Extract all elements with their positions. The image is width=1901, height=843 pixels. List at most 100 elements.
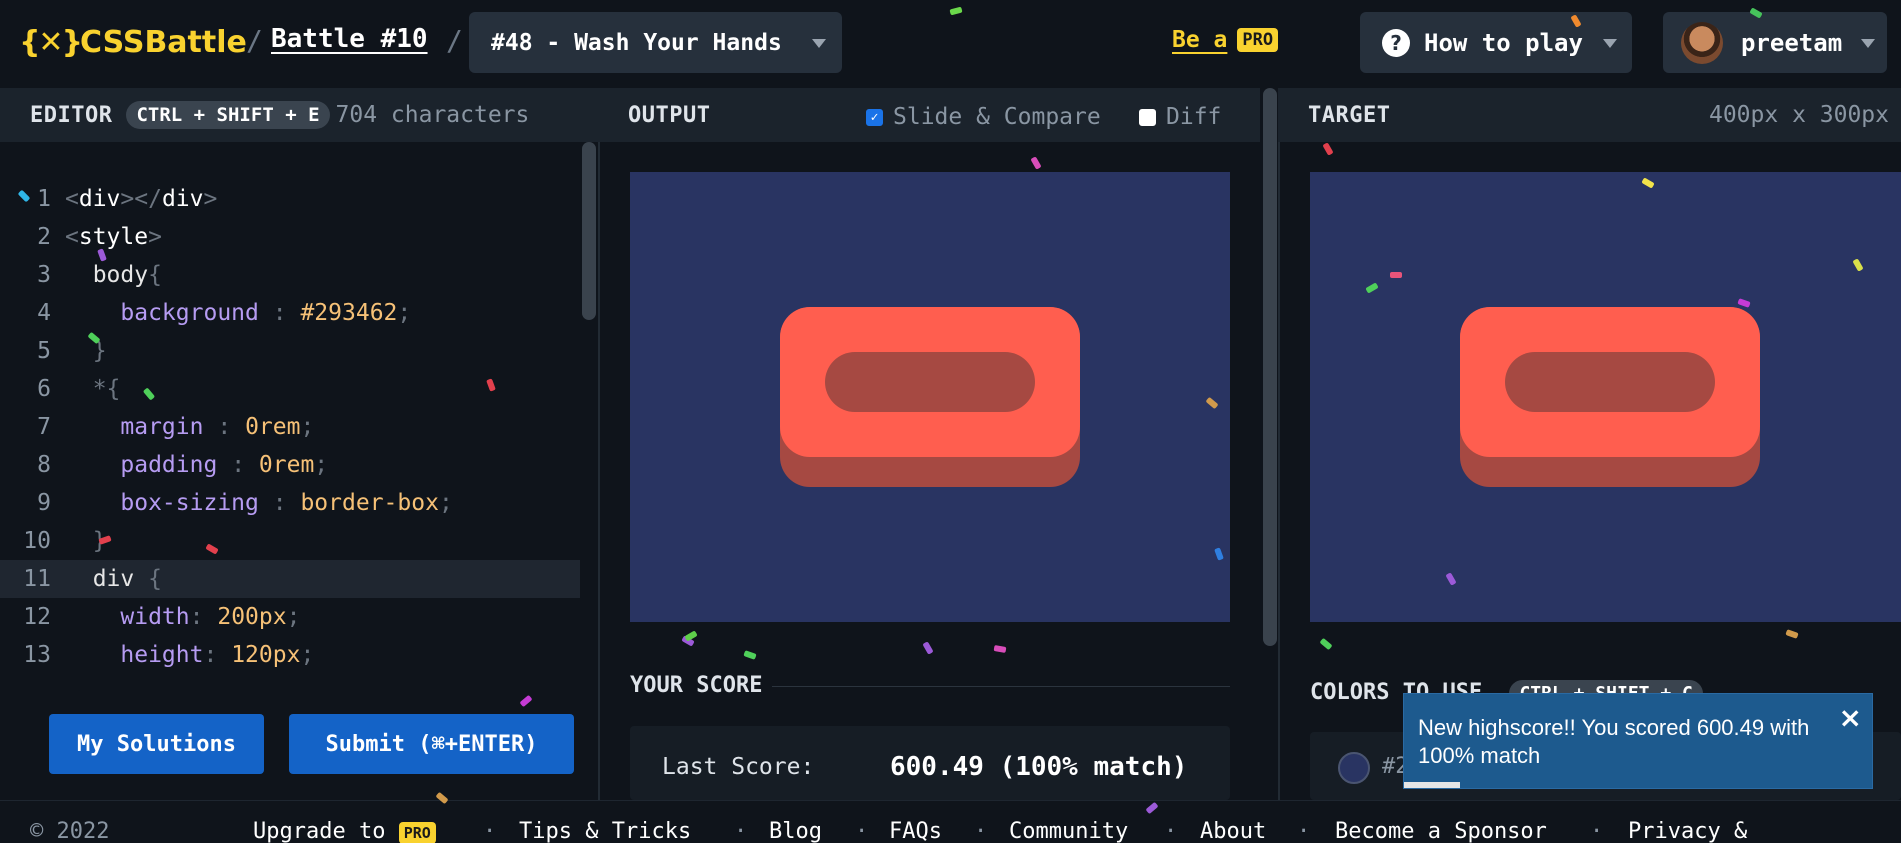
diff-toggle[interactable]: Diff [1139,104,1221,130]
code-text: background : #293462; [120,300,412,326]
last-score-label: Last Score: [662,754,815,780]
battle-link[interactable]: Battle #10 [271,24,428,54]
code-text: margin : 0rem; [120,414,315,440]
question-icon: ? [1382,28,1410,57]
line-number: 3 [37,262,51,288]
line-number: 9 [37,490,51,516]
code-line[interactable]: 12 width: 200px; [0,598,580,636]
code-text: width: 200px; [120,604,301,630]
soap-hole [825,352,1035,412]
footer-link-about[interactable]: About [1200,819,1266,843]
panel-divider [1278,88,1280,800]
code-text: box-sizing : border-box; [120,490,453,516]
copyright: © 2022 [30,819,110,843]
code-text: <style> [65,224,162,250]
confetti-piece [743,650,757,660]
footer-separator: · [855,819,869,843]
footer-link-tips[interactable]: Tips & Tricks [519,819,691,843]
editor-scrollbar[interactable] [582,142,596,320]
target-header: TARGET 400px x 300px [1278,88,1901,142]
code-line[interactable]: 7 margin : 0rem; [0,408,580,446]
slide-compare-toggle[interactable]: ✓ Slide & Compare [866,104,1101,130]
breadcrumb-separator: / [246,24,263,57]
footer-link-sponsor[interactable]: Become a Sponsor [1335,819,1547,843]
code-line[interactable]: 4 background : #293462; [0,294,580,332]
footer-separator: · [1590,819,1604,843]
confetti-piece [1319,637,1333,651]
close-icon[interactable]: × [1839,704,1862,732]
chevron-down-icon [1603,39,1617,48]
pro-badge: PRO [1237,28,1279,52]
target-soap-hole [1505,352,1715,412]
cssbattle-logo[interactable]: {✕} CSSBattle [19,22,247,62]
panel-divider [598,88,600,800]
slide-compare-checkbox[interactable]: ✓ [866,108,883,126]
line-number: 7 [37,414,51,440]
chevron-down-icon [1861,39,1875,48]
line-number: 5 [37,338,51,364]
editor-header: EDITOR CTRL + SHIFT + E 704 characters [0,88,598,142]
how-to-play-button[interactable]: ? How to play [1360,12,1632,73]
output-preview[interactable] [630,172,1230,622]
code-text: padding : 0rem; [120,452,329,478]
be-a-label: Be a [1172,27,1228,53]
line-number: 2 [37,224,51,250]
user-menu-button[interactable]: preetam [1663,12,1887,73]
code-line[interactable]: 2 <style> [0,218,580,256]
username-label: preetam [1741,28,1843,57]
output-title: OUTPUT [628,102,711,128]
footer-separator: · [483,819,497,843]
target-size: 400px x 300px [1708,102,1889,128]
toast-message: New highscore!! You scored 600.49 with 1… [1418,715,1810,768]
slide-compare-label: Slide & Compare [893,104,1101,130]
code-line[interactable]: 5 } [0,332,580,370]
confetti-piece [1390,272,1402,278]
footer-separator: · [734,819,748,843]
line-number: 6 [37,376,51,402]
confetti-piece [1785,629,1799,639]
logo-mark-icon: {✕} [19,24,83,60]
editor-shortcut-badge: CTRL + SHIFT + E [126,101,330,129]
diff-checkbox[interactable] [1139,108,1156,126]
line-number: 8 [37,452,51,478]
highscore-toast: New highscore!! You scored 600.49 with 1… [1403,693,1873,789]
upgrade-label: Upgrade to [253,819,386,843]
logo-text: CSSBattle [80,24,247,60]
my-solutions-button[interactable]: My Solutions [49,714,264,774]
code-editor[interactable]: 1 <div></div> 2 <style> 3 body{ 4 backgr… [0,142,598,697]
submit-button[interactable]: Submit (⌘+ENTER) [289,714,574,774]
footer-link-privacy[interactable]: Privacy & [1628,819,1747,843]
code-line[interactable]: 10 } [0,522,580,560]
breadcrumb-separator: / [446,24,463,57]
score-title: YOUR SCORE [630,673,763,698]
divider [772,686,1230,687]
code-text: <div></div> [65,186,218,212]
footer-link-faqs[interactable]: FAQs [889,819,942,843]
code-line[interactable]: 8 padding : 0rem; [0,446,580,484]
footer-upgrade-link[interactable]: Upgrade to PRO [253,819,436,843]
last-score-value: 600.49 (100% match) [890,752,1188,782]
pro-badge: PRO [398,822,436,843]
footer-separator: · [974,819,988,843]
line-number: 12 [23,604,51,630]
code-line-active[interactable]: 11 div { [0,560,580,598]
footer-separator: · [1297,819,1311,843]
code-line[interactable]: 9 box-sizing : border-box; [0,484,580,522]
color-swatch[interactable] [1338,752,1370,784]
target-preview [1310,172,1901,622]
line-number: 10 [23,528,51,554]
code-text: div { [92,566,162,592]
code-line[interactable]: 13 height: 120px; [0,636,580,674]
footer-link-blog[interactable]: Blog [769,819,822,843]
diff-label: Diff [1166,104,1222,130]
avatar [1681,21,1723,64]
chevron-down-icon [812,39,826,48]
code-line[interactable]: 1 <div></div> [0,180,580,218]
code-text: *{ [92,376,121,402]
footer-link-community[interactable]: Community [1009,819,1128,843]
code-line[interactable]: 3 body{ [0,256,580,294]
be-a-pro-link[interactable]: Be a PRO [1172,27,1279,53]
target-select-dropdown[interactable]: #48 - Wash Your Hands [469,12,842,73]
confetti-piece [1322,142,1334,156]
output-scrollbar[interactable] [1263,88,1277,646]
